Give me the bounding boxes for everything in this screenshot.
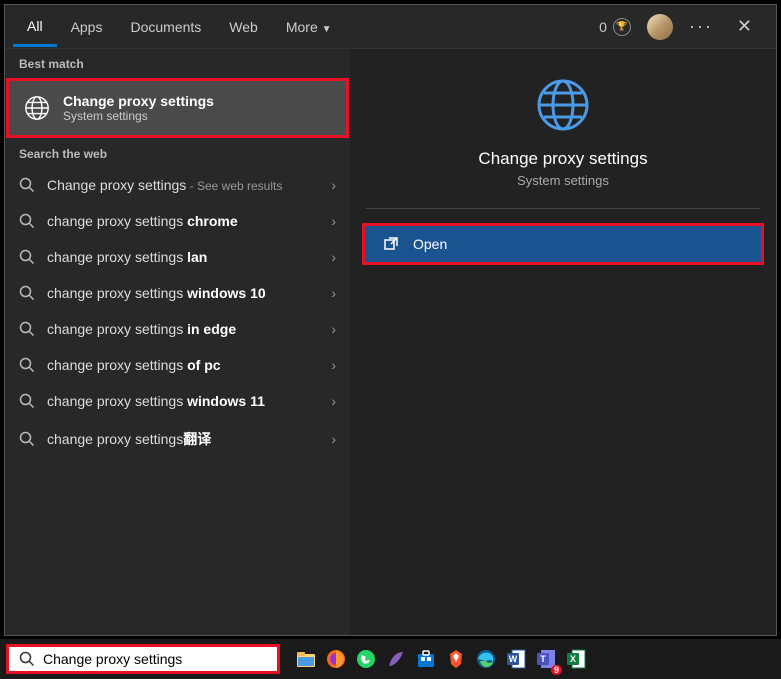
search-icon bbox=[19, 213, 35, 229]
tab-all[interactable]: All bbox=[13, 10, 57, 47]
detail-title: Change proxy settings bbox=[366, 149, 760, 169]
detail-column: Change proxy settings System settings Op… bbox=[350, 49, 776, 635]
web-result-4[interactable]: change proxy settings in edge › bbox=[5, 311, 350, 347]
word-icon[interactable]: W bbox=[502, 645, 530, 673]
search-tabs: All Apps Documents Web More ▼ 0 🏆 ··· ✕ bbox=[5, 5, 776, 49]
open-label: Open bbox=[413, 236, 447, 252]
best-match-subtitle: System settings bbox=[63, 109, 214, 123]
search-icon bbox=[19, 249, 35, 265]
web-result-3[interactable]: change proxy settings windows 10 › bbox=[5, 275, 350, 311]
search-icon bbox=[19, 357, 35, 373]
open-icon bbox=[383, 236, 399, 252]
chevron-right-icon: › bbox=[331, 357, 336, 373]
trophy-icon: 🏆 bbox=[613, 18, 631, 36]
search-icon bbox=[19, 651, 35, 667]
web-result-2[interactable]: change proxy settings lan › bbox=[5, 239, 350, 275]
detail-subtitle: System settings bbox=[366, 173, 760, 188]
svg-text:T: T bbox=[540, 654, 546, 664]
close-button[interactable]: ✕ bbox=[729, 12, 760, 41]
search-icon bbox=[19, 321, 35, 337]
windows-search-panel: All Apps Documents Web More ▼ 0 🏆 ··· ✕ … bbox=[4, 4, 777, 636]
detail-header: Change proxy settings System settings bbox=[366, 49, 760, 209]
chevron-right-icon: › bbox=[331, 213, 336, 229]
tab-more[interactable]: More ▼ bbox=[272, 11, 346, 43]
more-options-button[interactable]: ··· bbox=[689, 16, 713, 37]
feather-icon[interactable] bbox=[382, 645, 410, 673]
taskbar-search-box[interactable] bbox=[6, 644, 280, 674]
firefox-icon[interactable] bbox=[322, 645, 350, 673]
tab-documents[interactable]: Documents bbox=[116, 11, 215, 43]
chevron-right-icon: › bbox=[331, 177, 336, 193]
edge-icon[interactable] bbox=[472, 645, 500, 673]
rewards-counter[interactable]: 0 🏆 bbox=[599, 18, 631, 36]
svg-text:W: W bbox=[509, 654, 518, 664]
brave-icon[interactable] bbox=[442, 645, 470, 673]
chevron-right-icon: › bbox=[331, 321, 336, 337]
best-match-header: Best match bbox=[5, 49, 350, 77]
chevron-right-icon: › bbox=[331, 285, 336, 301]
search-icon bbox=[19, 431, 35, 447]
file-explorer-icon[interactable] bbox=[292, 645, 320, 673]
web-result-0[interactable]: Change proxy settings - See web results … bbox=[5, 167, 350, 203]
web-result-6[interactable]: change proxy settings windows 11 › bbox=[5, 383, 350, 419]
web-result-1[interactable]: change proxy settings chrome › bbox=[5, 203, 350, 239]
taskbar-search-input[interactable] bbox=[43, 651, 267, 667]
tab-web[interactable]: Web bbox=[215, 11, 272, 43]
excel-icon[interactable]: X bbox=[562, 645, 590, 673]
user-avatar[interactable] bbox=[647, 14, 673, 40]
teams-icon[interactable]: T9 bbox=[532, 645, 560, 673]
taskbar: W T9 X bbox=[0, 639, 781, 679]
svg-text:X: X bbox=[570, 654, 576, 664]
search-icon bbox=[19, 177, 35, 193]
best-match-result[interactable]: Change proxy settings System settings bbox=[6, 78, 349, 138]
search-icon bbox=[19, 285, 35, 301]
whatsapp-icon[interactable] bbox=[352, 645, 380, 673]
globe-icon bbox=[23, 94, 51, 122]
chevron-right-icon: › bbox=[331, 249, 336, 265]
globe-icon bbox=[535, 77, 591, 133]
open-action[interactable]: Open bbox=[362, 223, 764, 265]
tab-apps[interactable]: Apps bbox=[57, 11, 117, 43]
chevron-right-icon: › bbox=[331, 393, 336, 409]
web-result-7[interactable]: change proxy settings翻译 › bbox=[5, 419, 350, 459]
search-web-header: Search the web bbox=[5, 139, 350, 167]
search-icon bbox=[19, 393, 35, 409]
web-result-5[interactable]: change proxy settings of pc › bbox=[5, 347, 350, 383]
chevron-right-icon: › bbox=[331, 431, 336, 447]
results-column: Best match Change proxy settings System … bbox=[5, 49, 350, 635]
store-icon[interactable] bbox=[412, 645, 440, 673]
best-match-title: Change proxy settings bbox=[63, 93, 214, 109]
